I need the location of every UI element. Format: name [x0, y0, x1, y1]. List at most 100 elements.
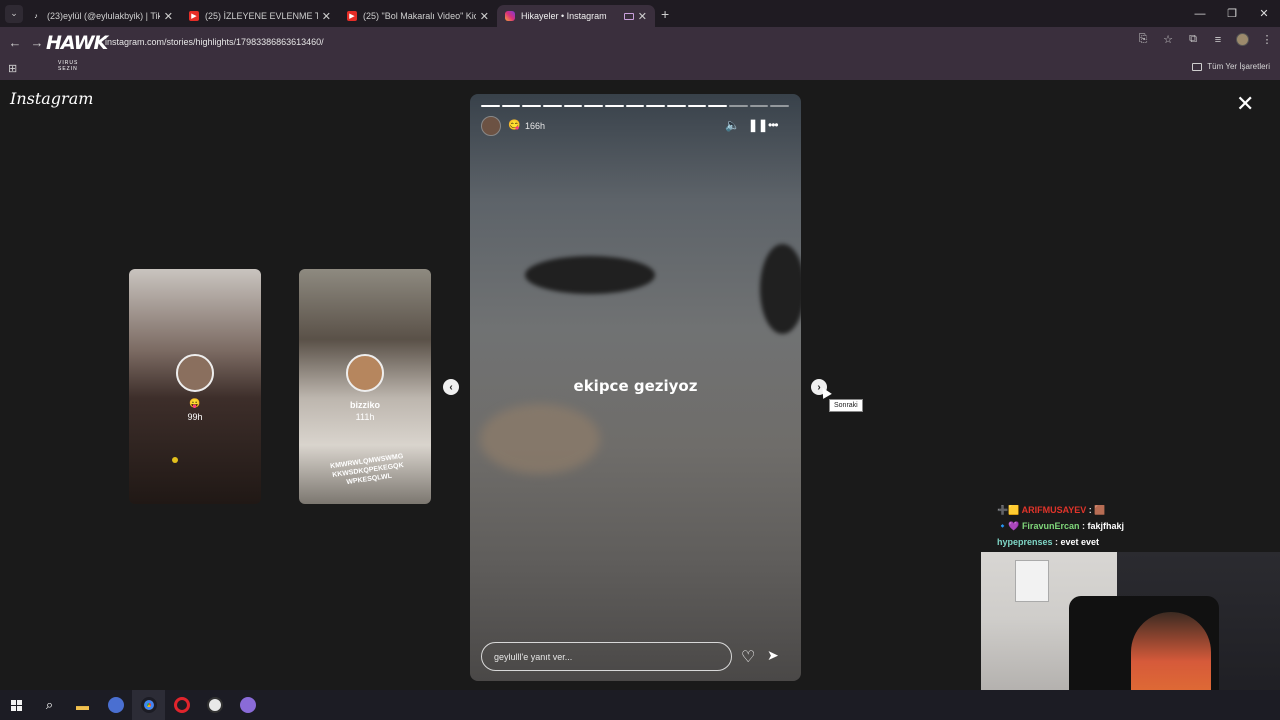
obs-icon — [206, 697, 223, 713]
story-user-emoji: 😋 — [508, 120, 521, 131]
chevron-down-icon: ⌄ — [10, 8, 18, 18]
card-emoji: 😛 — [189, 398, 201, 408]
progress-segment — [605, 105, 624, 107]
chat-separator: : — [1052, 537, 1061, 547]
story-media-shape — [760, 244, 801, 334]
forward-button[interactable]: → — [26, 35, 48, 50]
story-viewer[interactable]: 😋 166h 🔈 ❚❚ ••• ekipce geziyoz geylulll'… — [470, 94, 801, 681]
close-icon[interactable]: ✕ — [322, 10, 331, 23]
stream-chat-overlay: ➕🟨 ARIFMUSAYEV : 🟫 🔹💜 FiravunErcan : fak… — [997, 502, 1124, 550]
sticker-dot — [172, 457, 178, 463]
send-icon[interactable]: ➤ — [767, 647, 779, 664]
media-control-icon[interactable]: ≡ — [1211, 34, 1225, 46]
opera-icon — [173, 697, 190, 713]
chat-badges: ➕🟨 — [997, 505, 1020, 515]
close-icon[interactable]: ✕ — [164, 10, 173, 23]
file-explorer-button[interactable]: ▬ — [66, 690, 99, 720]
overlay-logo-text: HAWK — [46, 32, 108, 54]
instagram-stories-page: Instagram ✕ 😛 99h bizziko 111h KMWRWLQMW… — [0, 80, 1280, 720]
profile-avatar[interactable] — [1236, 33, 1249, 46]
app-button[interactable] — [99, 690, 132, 720]
minimize-button[interactable]: — — [1184, 8, 1216, 20]
tab-title: (25) İZLEYENE EVLENME TEKLİF — [205, 11, 318, 21]
progress-segment — [543, 105, 562, 107]
reply-input[interactable]: geylulll'e yanıt ver... — [481, 642, 732, 671]
restore-button[interactable]: ❐ — [1216, 7, 1248, 20]
story-media-shape — [525, 256, 655, 294]
next-tooltip: Sonraki — [829, 399, 863, 412]
opera-button[interactable] — [165, 690, 198, 720]
webcam-poster — [1015, 560, 1049, 602]
close-icon[interactable]: ✕ — [1236, 93, 1254, 115]
tab-instagram[interactable]: Hikayeler • Instagram ✕ — [497, 5, 655, 27]
obs-button[interactable] — [198, 690, 231, 720]
windows-icon — [11, 699, 22, 711]
progress-segment — [563, 105, 583, 107]
tab-title: (25) "Bol Makaralı Video" Kick A — [363, 11, 476, 21]
progress-segment — [481, 105, 500, 107]
apps-grid-icon[interactable]: ⊞ — [8, 62, 17, 75]
volume-icon[interactable]: 🔈 — [725, 118, 740, 132]
story-preview-card[interactable]: 😛 99h — [129, 269, 261, 504]
instagram-logo[interactable]: Instagram — [10, 89, 93, 108]
close-icon[interactable]: ✕ — [480, 10, 489, 23]
progress-segment — [729, 105, 748, 107]
story-time: 166h — [525, 121, 546, 131]
tab-youtube-1[interactable]: ▶ (25) İZLEYENE EVLENME TEKLİF ✕ — [181, 5, 339, 27]
tab-media-icon[interactable] — [623, 12, 634, 20]
card-time: 99h — [187, 412, 203, 422]
progress-segment — [522, 105, 542, 107]
discord-button[interactable] — [231, 690, 264, 720]
previous-story-button[interactable]: ‹ — [443, 379, 459, 395]
install-icon[interactable]: ⎘ — [1136, 33, 1150, 46]
bookmark-star-icon[interactable]: ☆ — [1161, 33, 1175, 46]
tab-search-button[interactable]: ⌄ — [5, 4, 23, 23]
menu-icon[interactable]: ⋮ — [1260, 33, 1274, 46]
progress-segment — [584, 105, 604, 107]
chrome-button[interactable] — [132, 690, 165, 720]
story-progress-bar — [481, 105, 790, 107]
progress-segment — [501, 105, 521, 107]
chat-badges: 🔹💜 — [997, 521, 1020, 531]
progress-segment — [646, 105, 666, 107]
search-icon: ⌕ — [45, 697, 54, 712]
close-icon[interactable]: ✕ — [638, 10, 647, 23]
folder-icon: ▬ — [76, 697, 89, 713]
address-bar[interactable]: instagram.com/stories/highlights/1798338… — [105, 37, 324, 47]
card-username: bizziko — [349, 400, 380, 410]
tab-title: Hikayeler • Instagram — [521, 11, 607, 21]
close-window-button[interactable]: ✕ — [1248, 7, 1280, 20]
extensions-icon[interactable]: ⧉ — [1186, 33, 1200, 46]
stream-overlay-logo: HAWK VIRUS SEZIN — [46, 30, 108, 72]
progress-segment — [625, 105, 645, 107]
tiktok-icon: ♪ — [34, 12, 38, 20]
progress-segment — [667, 105, 686, 107]
chat-username: FiravunErcan — [1021, 521, 1080, 531]
chat-text: evet evet — [1060, 537, 1100, 547]
avatar — [346, 354, 384, 392]
tab-title: (23)eylül (@eylulakbyik) | TikTok — [47, 11, 160, 21]
start-button[interactable] — [0, 690, 33, 720]
card-overlay-text: KMWRWLQMWSWMG KKWSDKQPEKEGQK WPKESQLWL — [329, 452, 405, 487]
overlay-logo-subtext: VIRUS SEZIN — [58, 60, 79, 72]
tab-tiktok[interactable]: ♪ (23)eylül (@eylulakbyik) | TikTok ✕ — [23, 5, 181, 27]
chat-message: ➕🟨 ARIFMUSAYEV : 🟫 — [997, 502, 1124, 518]
new-tab-button[interactable]: + — [661, 6, 669, 22]
story-media-shape — [480, 404, 600, 474]
card-time: 111h — [355, 412, 375, 422]
chrome-icon — [140, 697, 157, 713]
pause-icon[interactable]: ❚❚ — [748, 118, 768, 132]
more-options-icon[interactable]: ••• — [768, 118, 779, 132]
all-bookmarks[interactable]: Tüm Yer İşaretleri — [1192, 62, 1270, 71]
story-preview-card[interactable]: bizziko 111h KMWRWLQMWSWMG KKWSDKQPEKEGQ… — [299, 269, 431, 504]
heart-icon[interactable]: ♡ — [741, 647, 755, 667]
toolbar-actions: ⎘ ☆ ⧉ ≡ ⋮ — [1136, 33, 1274, 46]
avatar[interactable] — [481, 116, 501, 136]
search-button[interactable]: ⌕ — [33, 690, 66, 720]
back-button[interactable]: ← — [4, 35, 26, 50]
progress-segment — [687, 105, 707, 107]
tab-youtube-2[interactable]: ▶ (25) "Bol Makaralı Video" Kick A ✕ — [339, 5, 497, 27]
youtube-icon: ▶ — [189, 11, 199, 21]
bookmarks-bar: ⊞ Tüm Yer İşaretleri — [0, 57, 1280, 80]
chat-text: 🟫 — [1094, 505, 1106, 515]
